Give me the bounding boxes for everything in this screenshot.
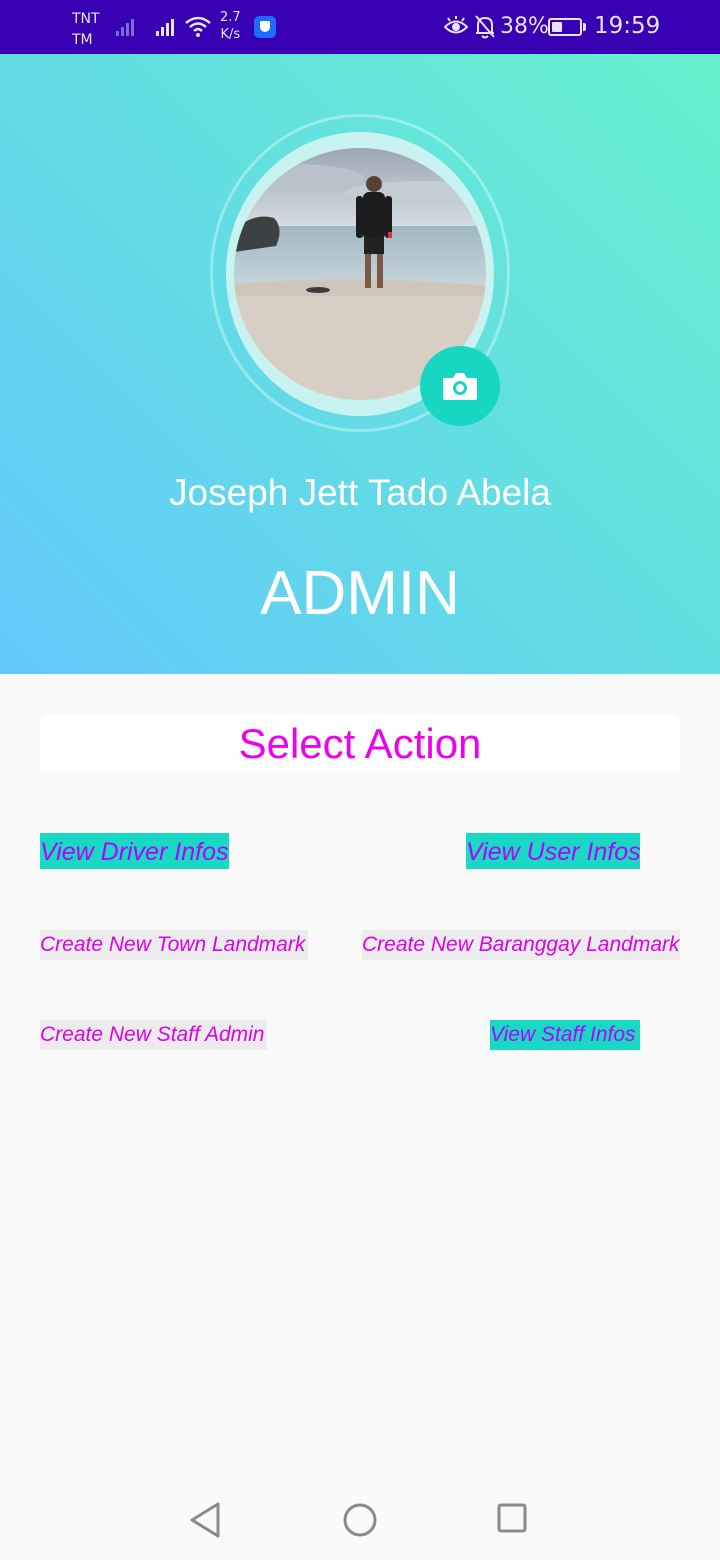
battery-tip: [583, 23, 586, 31]
wifi-icon: [185, 16, 211, 37]
vpn-shield-icon: [254, 16, 276, 38]
battery-fill: [552, 22, 562, 32]
recent-apps-icon[interactable]: [494, 1500, 530, 1536]
select-action-title: Select Action: [238, 720, 482, 767]
view-user-infos-button[interactable]: View User Infos: [466, 833, 641, 869]
profile-header: Joseph Jett Tado Abela ADMIN: [0, 54, 720, 674]
eye-comfort-icon: [444, 16, 468, 34]
navigation-bar: [0, 1478, 720, 1560]
carrier-label: TNT TM: [72, 9, 100, 51]
battery-icon: [548, 18, 582, 36]
status-bar: TNT TM 2.7 K/s 38% 19:59: [0, 0, 720, 54]
select-action-card: Select Action: [40, 714, 680, 772]
view-staff-infos-button[interactable]: View Staff Infos: [490, 1020, 640, 1050]
user-name: Joseph Jett Tado Abela: [169, 472, 551, 513]
view-driver-infos-button[interactable]: View Driver Infos: [40, 833, 229, 869]
speed-value: 2.7: [220, 10, 241, 25]
battery-percent: 38%: [500, 14, 549, 39]
network-speed: 2.7 K/s: [220, 9, 241, 43]
camera-icon: [443, 373, 477, 400]
signal-icon: [116, 19, 134, 36]
user-role: ADMIN: [260, 559, 460, 628]
create-staff-admin-button[interactable]: Create New Staff Admin: [40, 1020, 267, 1050]
speed-unit: K/s: [220, 27, 241, 42]
back-icon[interactable]: [186, 1500, 226, 1540]
bell-off-icon: [475, 15, 495, 39]
home-icon[interactable]: [340, 1500, 380, 1540]
carrier-line1: TNT: [72, 11, 100, 27]
signal-icon: [156, 19, 174, 36]
change-photo-button[interactable]: [420, 346, 500, 426]
create-barangay-landmark-button[interactable]: Create New Baranggay Landmark: [362, 930, 680, 960]
carrier-line2: TM: [72, 32, 93, 48]
create-town-landmark-button[interactable]: Create New Town Landmark: [40, 930, 308, 960]
clock: 19:59: [594, 13, 661, 39]
screen: TNT TM 2.7 K/s 38% 19:59 Joseph Jett Tad…: [0, 0, 720, 1560]
